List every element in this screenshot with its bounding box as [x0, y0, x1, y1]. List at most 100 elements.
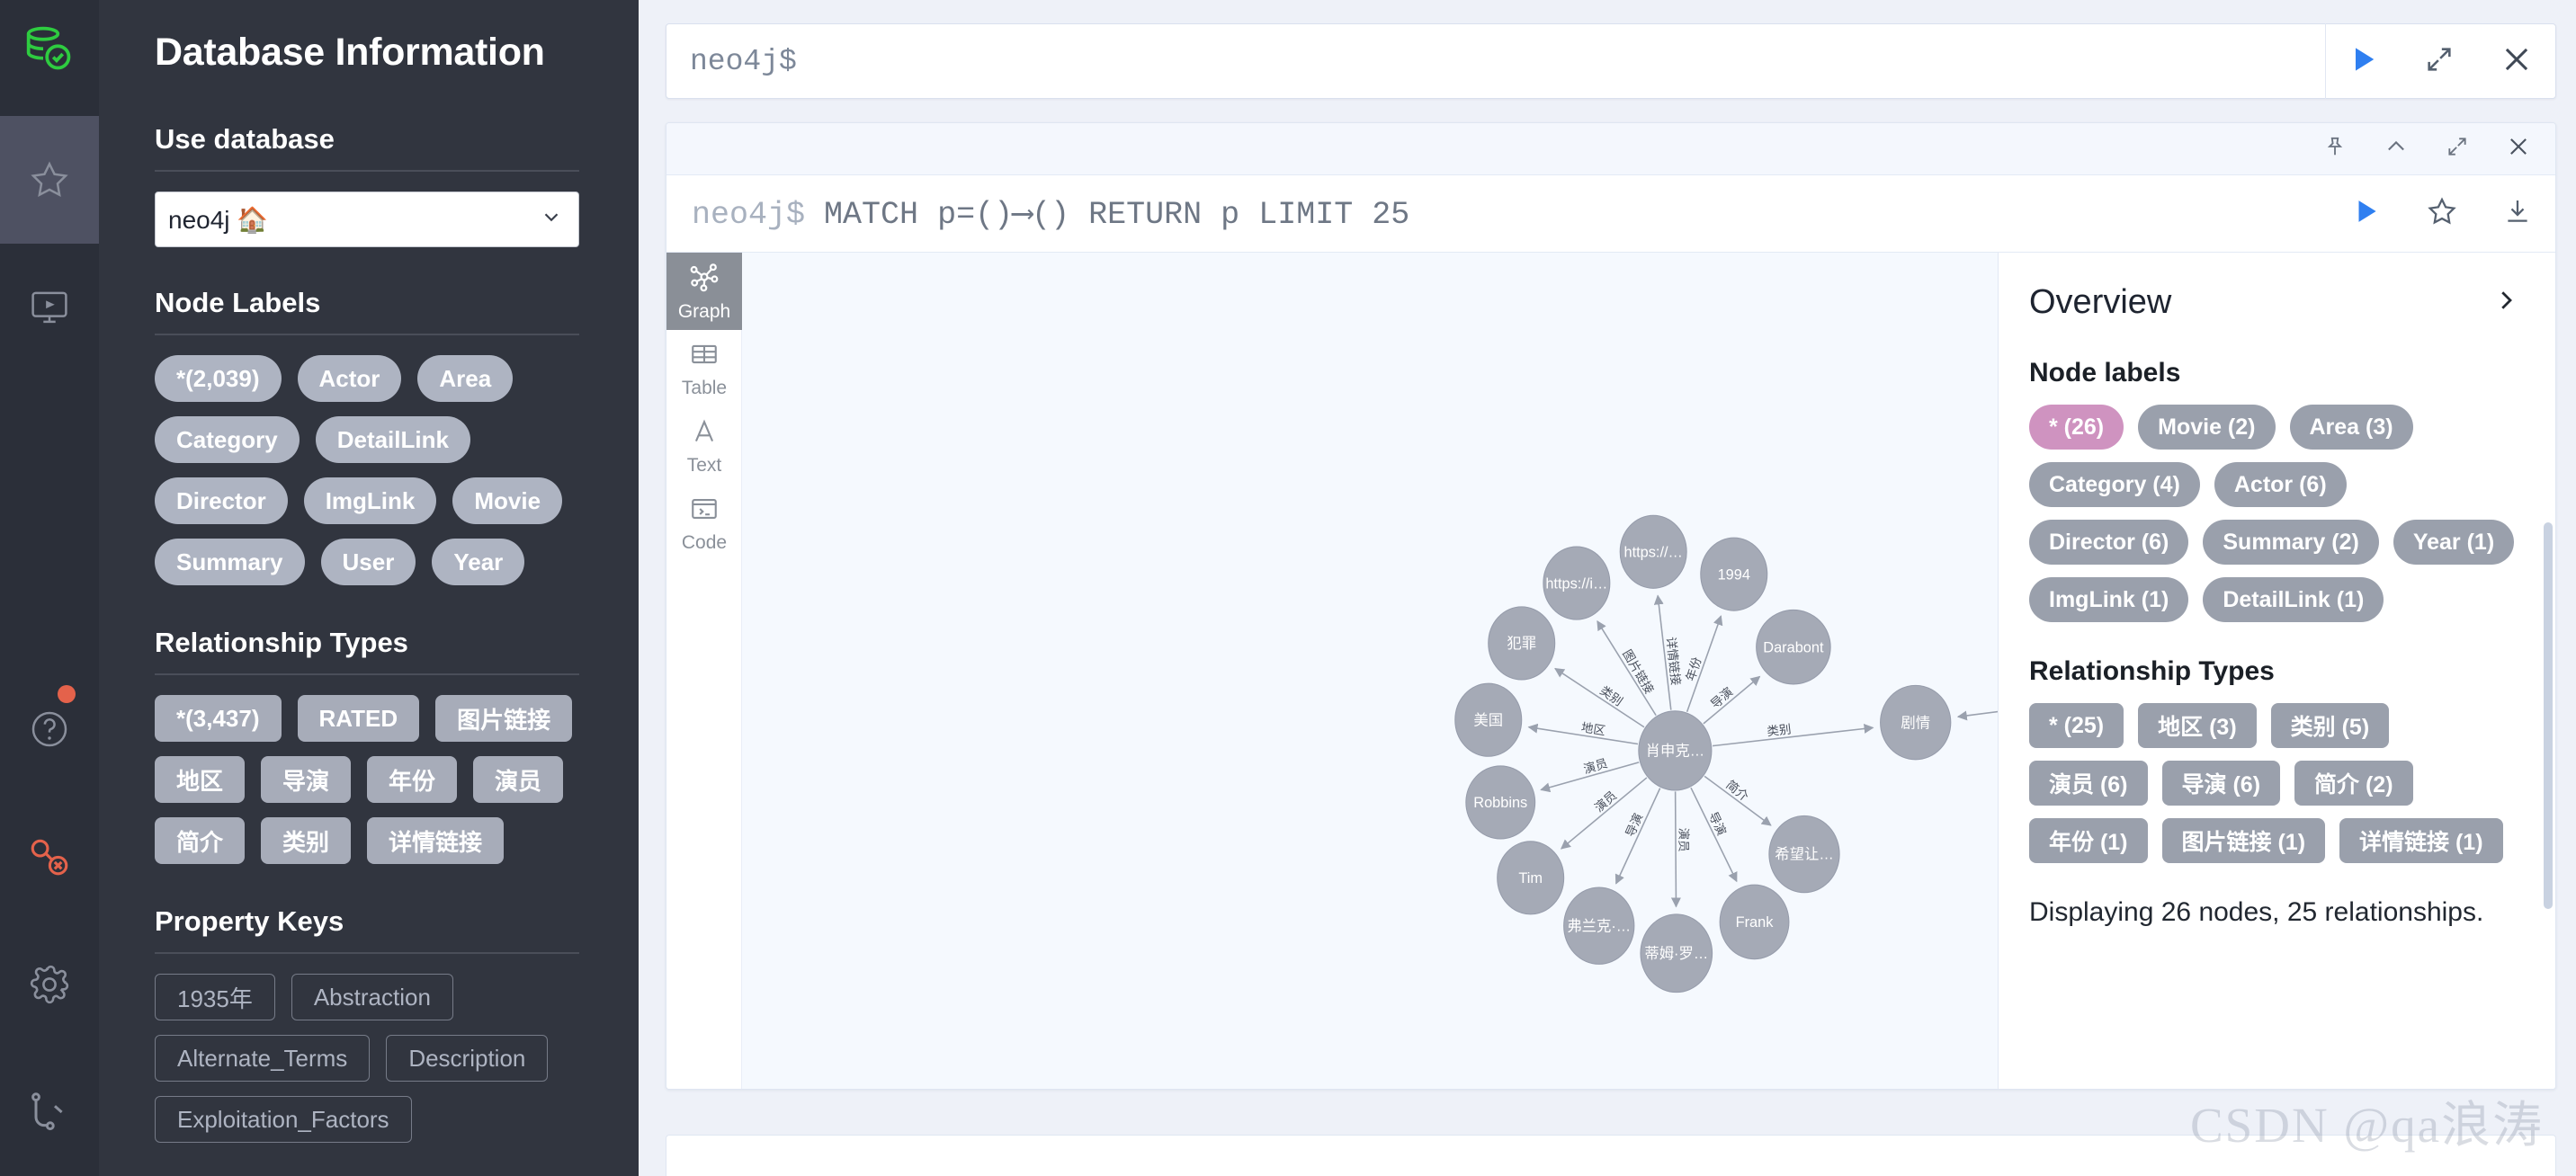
overview-relationship-type-chip-5[interactable]: 简介 (2) — [2294, 761, 2413, 806]
tab-table[interactable]: Table — [666, 330, 742, 407]
editor-run-button[interactable] — [2325, 23, 2401, 99]
graph-node[interactable]: 美国 — [1454, 682, 1523, 757]
query-body: MATCH p=()⟶() RETURN p LIMIT 25 — [824, 196, 1410, 233]
overview-relationship-types-heading: Relationship Types — [2029, 656, 2275, 686]
tab-label: Graph — [677, 300, 731, 322]
graph-edge[interactable] — [1554, 667, 1645, 728]
relationship-type-chip-6[interactable]: 演员 — [473, 756, 564, 803]
overview-node-label-chip-8[interactable]: ImgLink (1) — [2029, 577, 2189, 622]
node-label-chip-10[interactable]: Year — [432, 539, 525, 585]
graph-edge[interactable] — [1670, 791, 1681, 908]
cypher-editor-input[interactable]: neo4j$ — [666, 24, 2325, 98]
overview-relationship-type-chip-1[interactable]: 地区 (3) — [2138, 703, 2257, 748]
editor-close-button[interactable] — [2478, 23, 2555, 99]
overview-node-label-chip-6[interactable]: Summary (2) — [2203, 520, 2379, 565]
graph-node[interactable]: Robbins — [1465, 765, 1536, 840]
node-label-chip-5[interactable]: Director — [155, 477, 288, 524]
overview-node-label-chip-1[interactable]: Movie (2) — [2138, 405, 2276, 450]
graph-node[interactable]: https://… — [1619, 514, 1687, 589]
overview-relationship-type-chip-2[interactable]: 类别 (5) — [2270, 703, 2390, 748]
graph-node[interactable]: Darabont — [1756, 609, 1831, 685]
relationship-type-chip-3[interactable]: 地区 — [155, 756, 246, 803]
node-label-chip-0[interactable]: *(2,039) — [155, 355, 282, 402]
node-label-chip-list: *(2,039) Actor Area Category DetailLink Direc… — [155, 355, 579, 585]
sidebar-item-connection-status[interactable] — [0, 793, 99, 921]
node-label-chip-8[interactable]: Summary — [155, 539, 305, 585]
relationship-type-chip-5[interactable]: 年份 — [367, 756, 458, 803]
relationship-type-chip-0[interactable]: *(3,437) — [155, 695, 282, 742]
graph-node[interactable]: Tim — [1497, 841, 1565, 915]
graph-edge[interactable] — [1597, 619, 1657, 717]
graph-node[interactable]: https://i… — [1543, 546, 1611, 620]
graph-node[interactable]: 希望让… — [1768, 815, 1840, 894]
collapse-frame-button[interactable] — [2368, 124, 2424, 174]
graph-node-label: Darabont — [1763, 639, 1824, 655]
node-label-chip-4[interactable]: DetailLink — [315, 416, 470, 463]
node-label-chip-3[interactable]: Category — [155, 416, 300, 463]
overview-collapse-button[interactable] — [2492, 287, 2519, 318]
tab-code[interactable]: Code — [666, 485, 742, 562]
sidebar-item-project-files[interactable] — [0, 244, 99, 371]
sidebar-item-help[interactable] — [0, 665, 99, 793]
rerun-query-button[interactable] — [2329, 176, 2404, 252]
tab-text[interactable]: Text — [666, 407, 742, 485]
save-favorite-button[interactable] — [2404, 176, 2480, 252]
sidebar-item-settings[interactable] — [0, 921, 99, 1048]
property-key-chip-0[interactable]: 1935年 — [155, 974, 275, 1020]
node-label-chip-7[interactable]: Movie — [452, 477, 563, 524]
next-result-frame-peek — [666, 1135, 2556, 1176]
graph-edge[interactable] — [1690, 787, 1738, 883]
graph-node[interactable]: 弗兰克·… — [1563, 886, 1635, 965]
graph-node[interactable]: 蒂姆·罗… — [1640, 913, 1713, 993]
tab-graph[interactable]: Graph — [666, 253, 742, 330]
property-key-chip-2[interactable]: Alternate_Terms — [155, 1035, 371, 1082]
overview-node-label-chip-9[interactable]: DetailLink (1) — [2203, 577, 2384, 622]
relationship-type-chip-1[interactable]: RATED — [297, 695, 420, 742]
overview-relationship-type-chip-3[interactable]: 演员 (6) — [2029, 761, 2148, 806]
property-key-chip-4[interactable]: Exploitation_Factors — [155, 1096, 412, 1143]
close-frame-button[interactable] — [2491, 124, 2546, 174]
graph-node[interactable]: 犯罪 — [1488, 606, 1556, 681]
overview-relationship-type-chip-4[interactable]: 导演 (6) — [2161, 761, 2281, 806]
graph-node[interactable]: 肖申克… — [1638, 710, 1713, 791]
editor-expand-button[interactable] — [2401, 23, 2478, 99]
property-key-chip-3[interactable]: Description — [386, 1035, 549, 1082]
overview-node-label-chip-4[interactable]: Actor (6) — [2214, 462, 2347, 507]
relationship-type-chip-9[interactable]: 详情链接 — [367, 817, 505, 864]
relationship-type-chip-2[interactable]: 图片链接 — [435, 695, 573, 742]
node-label-chip-2[interactable]: Area — [417, 355, 514, 402]
relationship-type-chip-7[interactable]: 简介 — [155, 817, 246, 864]
overview-node-label-chip-0[interactable]: * (26) — [2029, 405, 2124, 450]
download-button[interactable] — [2480, 176, 2555, 252]
relationship-type-chip-list: *(3,437) RATED 图片链接地区 导演 年份 演员简介 类别 详情链接 — [155, 695, 579, 864]
graph-node-label: 希望让… — [1775, 847, 1833, 863]
overview-node-label-chip-5[interactable]: Director (6) — [2029, 520, 2189, 565]
overview-node-label-chip-7[interactable]: Year (1) — [2393, 520, 2515, 565]
overview-node-label-chip-2[interactable]: Area (3) — [2289, 405, 2413, 450]
graph-edge[interactable] — [1712, 724, 1874, 747]
graph-node[interactable]: 剧情 — [1880, 684, 1952, 761]
overview-relationship-type-chip-7[interactable]: 图片链接 (1) — [2161, 818, 2326, 863]
overview-relationship-type-chip-6[interactable]: 年份 (1) — [2029, 818, 2148, 863]
pin-frame-button[interactable] — [2307, 124, 2363, 174]
overview-relationship-type-chip-8[interactable]: 详情链接 (1) — [2339, 818, 2503, 863]
relationship-types-section: Relationship Types *(3,437) RATED 图片链接 地区 导演… — [155, 627, 579, 864]
frame-query-text[interactable]: neo4j$ MATCH p=()⟶() RETURN p LIMIT 25 — [666, 195, 2329, 233]
overview-scrollbar[interactable] — [2544, 522, 2553, 909]
property-key-chip-1[interactable]: Abstraction — [291, 974, 453, 1020]
sidebar-item-favorites[interactable] — [0, 116, 99, 244]
sidebar-item-about[interactable] — [0, 1048, 99, 1176]
graph-node[interactable]: 1994 — [1700, 537, 1768, 611]
graph-node[interactable]: Frank — [1719, 884, 1790, 960]
relationship-type-chip-8[interactable]: 类别 — [261, 817, 352, 864]
node-label-chip-9[interactable]: User — [320, 539, 416, 585]
database-select[interactable]: neo4j 🏠system — [155, 192, 579, 247]
relationship-type-chip-4[interactable]: 导演 — [261, 756, 352, 803]
node-label-chip-1[interactable]: Actor — [297, 355, 402, 402]
graph-edge[interactable] — [1614, 788, 1661, 885]
tab-label: Code — [681, 531, 728, 553]
overview-relationship-type-chip-0[interactable]: * (25) — [2029, 703, 2124, 748]
expand-frame-button[interactable] — [2429, 124, 2485, 174]
overview-node-label-chip-3[interactable]: Category (4) — [2029, 462, 2200, 507]
node-label-chip-6[interactable]: ImgLink — [303, 477, 437, 524]
